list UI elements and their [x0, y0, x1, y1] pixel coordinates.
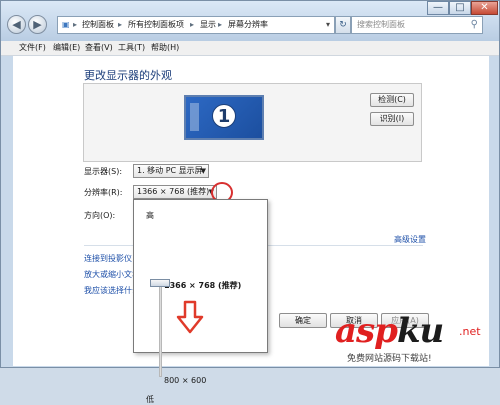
breadcrumb-separator: ▸ — [73, 20, 78, 29]
desktop-icons-decoration — [190, 103, 199, 131]
breadcrumb-separator: ▸ — [218, 20, 223, 29]
resolution-slider-thumb[interactable] — [150, 279, 170, 287]
search-input[interactable]: 搜索控制面板 ⚲ — [351, 16, 483, 34]
control-panel-window: ◀ ▶ ▣ ▸ 控制面板 ▸ 所有控制面板项 ▸ 显示 ▸ 屏幕分辨率 ▾ ↻ … — [0, 0, 500, 404]
chevron-down-icon: ▼ — [200, 167, 206, 175]
display-label: 显示器(S): — [84, 167, 123, 176]
breadcrumb-control-panel[interactable]: 控制面板 — [82, 17, 114, 33]
help-choose-link[interactable]: 我应该选择什么 — [84, 285, 140, 296]
down-arrow-icon — [176, 300, 204, 334]
page-title: 更改显示器的外观 — [84, 69, 172, 82]
resolution-select-value: 1366 × 768 (推荐) — [137, 187, 210, 196]
menu-tools[interactable]: 工具(T) — [118, 41, 145, 55]
high-label: 高 — [146, 211, 154, 220]
breadcrumb-all-items[interactable]: 所有控制面板项 — [128, 17, 184, 33]
title-bar: ◀ ▶ ▣ ▸ 控制面板 ▸ 所有控制面板项 ▸ 显示 ▸ 屏幕分辨率 ▾ ↻ … — [1, 1, 499, 41]
orientation-label: 方向(O): — [84, 211, 116, 220]
control-panel-icon: ▣ — [62, 20, 70, 29]
address-bar[interactable]: ▣ ▸ 控制面板 ▸ 所有控制面板项 ▸ 显示 ▸ 屏幕分辨率 ▾ — [57, 16, 335, 34]
breadcrumb-screen-resolution[interactable]: 屏幕分辨率 — [228, 17, 268, 33]
resolution-slider-track[interactable] — [159, 282, 162, 377]
refresh-icon: ↻ — [339, 20, 347, 30]
watermark-logo: aspku .net 免费网站源码下载站! — [335, 311, 499, 367]
text-size-link[interactable]: 放大或缩小文本 — [84, 269, 140, 280]
menu-edit[interactable]: 编辑(E) — [53, 41, 80, 55]
ok-button[interactable]: 确定 — [279, 313, 327, 328]
watermark-net: .net — [459, 325, 481, 338]
menu-help[interactable]: 帮助(H) — [151, 41, 179, 55]
refresh-button[interactable]: ↻ — [335, 16, 351, 34]
forward-button[interactable]: ▶ — [28, 15, 47, 34]
watermark-subtitle: 免费网站源码下载站! — [347, 351, 432, 364]
identify-button[interactable]: 识别(I) — [370, 112, 414, 126]
search-icon[interactable]: ⚲ — [471, 17, 478, 33]
search-placeholder: 搜索控制面板 — [357, 20, 405, 29]
breadcrumb-separator: ▸ — [118, 20, 123, 29]
detect-button[interactable]: 检测(C) — [370, 93, 414, 107]
monitor-number: 1 — [212, 104, 236, 128]
breadcrumb-separator: ▸ — [190, 20, 195, 29]
resolution-option-800x600[interactable]: 800 × 600 — [164, 376, 206, 385]
display-select-value: 1. 移动 PC 显示屏 — [137, 166, 203, 175]
display-preview: 1 检测(C) 识别(I) — [83, 83, 422, 162]
maximize-button[interactable]: □ — [449, 1, 471, 15]
resolution-option-1366x768[interactable]: 1366 × 768 (推荐) — [164, 280, 241, 291]
display-select[interactable]: 1. 移动 PC 显示屏 ▼ — [133, 164, 209, 178]
advanced-settings-link[interactable]: 高级设置 — [394, 234, 426, 245]
projector-link[interactable]: 连接到投影仪 ( — [84, 253, 138, 264]
address-dropdown-icon[interactable]: ▾ — [326, 17, 330, 33]
minimize-button[interactable]: — — [427, 1, 449, 15]
close-button[interactable]: ✕ — [471, 1, 498, 15]
watermark-text: aspku — [335, 311, 444, 351]
breadcrumb-display[interactable]: 显示 — [200, 17, 216, 33]
resolution-dropdown-panel: 高 1366 × 768 (推荐) 800 × 600 低 — [133, 199, 268, 404]
low-label: 低 — [146, 395, 154, 404]
menu-view[interactable]: 查看(V) — [85, 41, 113, 55]
monitor-icon[interactable]: 1 — [184, 95, 264, 140]
resolution-label: 分辨率(R): — [84, 188, 123, 197]
menu-bar: 文件(F) 编辑(E) 查看(V) 工具(T) 帮助(H) — [1, 41, 499, 56]
back-button[interactable]: ◀ — [7, 15, 26, 34]
resolution-select[interactable]: 1366 × 768 (推荐) ▼ — [133, 185, 217, 199]
menu-file[interactable]: 文件(F) — [19, 41, 46, 55]
